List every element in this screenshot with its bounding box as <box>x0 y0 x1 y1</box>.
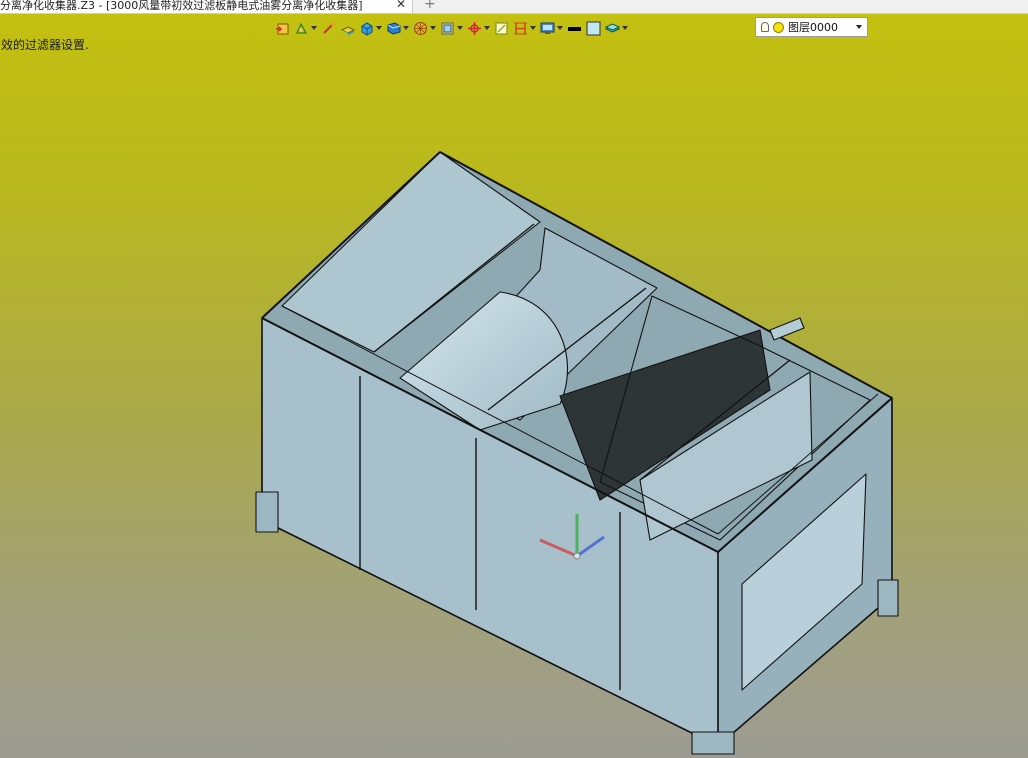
cad-model-view[interactable] <box>0 0 1028 758</box>
collector-housing <box>255 151 899 755</box>
